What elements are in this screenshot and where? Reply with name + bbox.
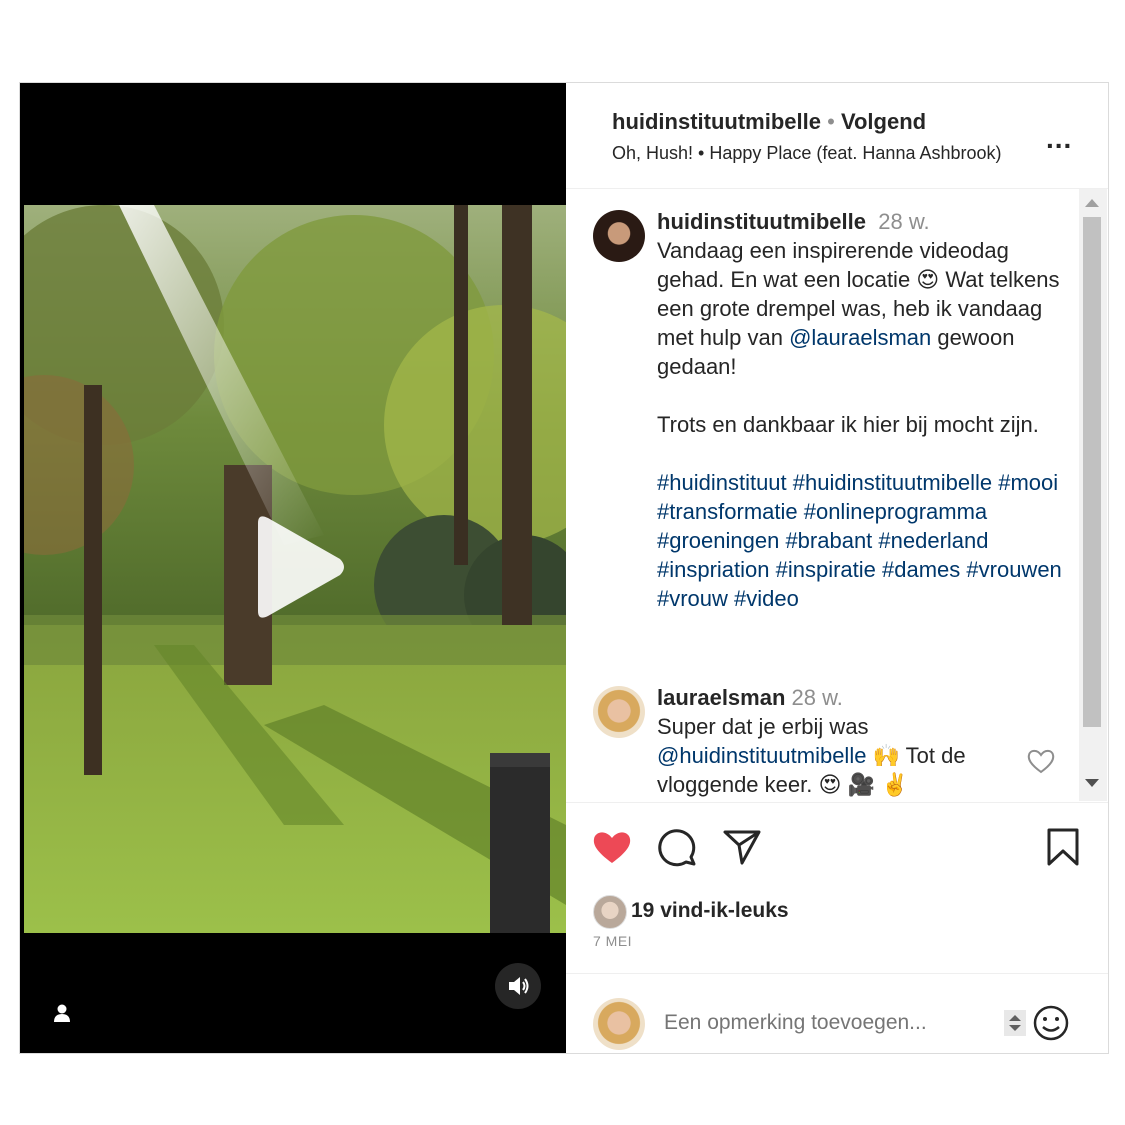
scroll-down-arrow[interactable] — [1085, 779, 1099, 787]
header-line: huidinstituutmibelle • Volgend — [612, 109, 926, 135]
comment-heart-icon[interactable] — [1026, 747, 1056, 775]
bookmark-icon[interactable] — [1046, 827, 1080, 867]
comment-mention[interactable]: @huidinstituutmibelle — [657, 743, 866, 768]
spinner-arrows-icon — [1009, 1015, 1021, 1031]
input-spinner[interactable] — [1004, 1010, 1026, 1036]
volume-button[interactable] — [495, 963, 541, 1009]
volume-icon — [509, 977, 529, 995]
music-link[interactable]: Oh, Hush! • Happy Place (feat. Hanna Ash… — [612, 143, 1002, 164]
scroll-thumb[interactable] — [1083, 217, 1101, 727]
more-icon[interactable]: ... — [1046, 123, 1072, 155]
heart-icon[interactable] — [592, 829, 632, 865]
caption-comment: huidinstituutmibelle 28 w. Vandaag een i… — [657, 207, 1067, 613]
person-icon[interactable] — [52, 1003, 72, 1023]
follow-status[interactable]: Volgend — [841, 109, 926, 134]
add-comment-input[interactable] — [662, 1010, 986, 1036]
comment-hashtags[interactable]: #huidinstituut #huidinstituutmibelle #mo… — [657, 470, 1068, 611]
comment-username[interactable]: huidinstituutmibelle — [657, 209, 866, 234]
share-icon[interactable] — [722, 828, 762, 866]
post-header: huidinstituutmibelle • Volgend Oh, Hush!… — [566, 83, 1108, 189]
comment-icon[interactable] — [657, 827, 697, 867]
like-count[interactable]: 19 vind-ik-leuks — [631, 899, 789, 923]
add-comment-row — [566, 973, 1108, 1054]
reply-comment: lauraelsman 28 w. Super dat je erbij was… — [657, 683, 1067, 799]
video-player[interactable] — [20, 83, 566, 1053]
comment-mention[interactable]: @lauraelsman — [789, 325, 931, 350]
post-details: huidinstituutmibelle • Volgend Oh, Hush!… — [566, 83, 1108, 1053]
comments-scrollbar[interactable] — [1079, 189, 1107, 801]
avatar[interactable] — [593, 686, 645, 738]
comments-list[interactable]: huidinstituutmibelle 28 w. Vandaag een i… — [566, 189, 1108, 801]
comment-time[interactable]: 28 w. — [792, 685, 843, 710]
post-card: huidinstituutmibelle • Volgend Oh, Hush!… — [19, 82, 1109, 1054]
comment-text: Super dat je erbij was — [657, 714, 875, 739]
comment-time[interactable]: 28 w. — [878, 209, 929, 234]
post-date[interactable]: 7 MEI — [593, 933, 632, 949]
comment-username[interactable]: lauraelsman — [657, 685, 785, 710]
likes-avatar[interactable] — [593, 895, 627, 929]
avatar[interactable] — [593, 210, 645, 262]
header-username[interactable]: huidinstituutmibelle — [612, 109, 821, 134]
avatar — [593, 998, 645, 1050]
play-icon[interactable] — [248, 513, 348, 621]
emoji-icon[interactable] — [1032, 1004, 1070, 1042]
action-bar: 19 vind-ik-leuks 7 MEI — [566, 802, 1108, 1053]
header-separator: • — [827, 109, 835, 134]
scroll-up-arrow[interactable] — [1085, 199, 1099, 207]
